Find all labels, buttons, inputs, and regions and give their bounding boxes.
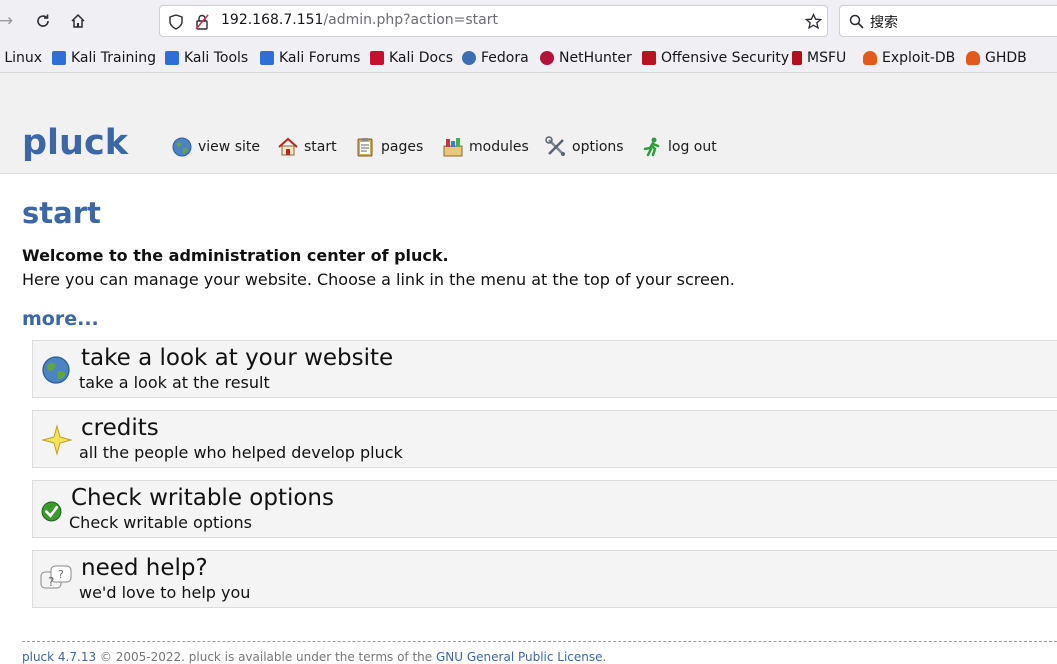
bookmark-label: Kali Tools: [184, 50, 249, 66]
globe-icon: [172, 137, 192, 157]
bookmark-label: Kali Forums: [279, 50, 361, 66]
bookmark-offensive-security[interactable]: Offensive Security: [642, 48, 789, 68]
menu-options[interactable]: options: [545, 135, 624, 159]
running-man-icon: [643, 137, 660, 157]
bookmarks-bar: i Linux Kali Training Kali Tools Kali Fo…: [0, 43, 1057, 73]
bookmark-kali-linux[interactable]: i Linux: [0, 48, 42, 68]
footer-text: © 2005-2022. pluck is available under th…: [96, 650, 436, 664]
kali-docs-icon: [370, 51, 384, 65]
help-icon: ??: [40, 565, 72, 589]
footer: pluck 4.7.13 © 2005-2022. pluck is avail…: [22, 650, 606, 664]
exploitdb-icon: [863, 51, 877, 65]
reload-button[interactable]: [29, 7, 57, 35]
star-icon: [41, 424, 73, 456]
menu-label: pages: [381, 139, 424, 155]
bookmark-label: Exploit-DB: [882, 50, 956, 66]
bookmark-label: i Linux: [0, 50, 43, 66]
bookmark-msfu[interactable]: MSFU: [792, 48, 846, 68]
menu-label: view site: [198, 139, 260, 155]
footer-end: .: [602, 650, 607, 664]
menu-label: modules: [469, 139, 529, 155]
card-title[interactable]: take a look at your website: [81, 345, 393, 371]
card-description: all the people who helped develop pluck: [79, 443, 403, 462]
offsec-icon: [642, 51, 656, 65]
card-credits[interactable]: credits all the people who helped develo…: [32, 410, 1057, 468]
msfu-icon: [792, 51, 802, 65]
license-link[interactable]: GNU General Public License: [436, 650, 603, 664]
bookmark-exploit-db[interactable]: Exploit-DB: [863, 48, 955, 68]
welcome-text: Here you can manage your website. Choose…: [22, 270, 735, 289]
footer-divider: [22, 641, 1057, 642]
bookmark-kali-tools[interactable]: Kali Tools: [165, 48, 248, 68]
kali-icon: [165, 51, 179, 65]
menu-modules[interactable]: modules: [442, 135, 529, 159]
menu-log-out[interactable]: log out: [641, 135, 717, 159]
bookmark-label: Kali Training: [71, 50, 156, 66]
menu-label: options: [572, 139, 624, 155]
card-description: Check writable options: [69, 513, 252, 532]
url-text: 192.168.7.151/admin.php?action=start: [221, 12, 498, 28]
page-title: start: [22, 196, 101, 230]
menu-view-site[interactable]: view site: [171, 135, 260, 159]
search-box[interactable]: 搜索: [839, 5, 1057, 37]
bookmark-label: Kali Docs: [389, 50, 454, 66]
more-link[interactable]: more...: [22, 308, 99, 330]
card-check-writable[interactable]: Check writable options Check writable op…: [32, 480, 1057, 538]
kali-icon: [52, 51, 66, 65]
bookmark-kali-training[interactable]: Kali Training: [52, 48, 156, 68]
bookmark-label: MSFU: [807, 50, 847, 66]
nethunter-icon: [540, 51, 554, 65]
bookmark-star-icon[interactable]: [805, 13, 822, 30]
card-title[interactable]: Check writable options: [71, 485, 334, 511]
bookmark-label: Offensive Security: [661, 50, 790, 66]
bookmark-ghdb[interactable]: GHDB: [966, 48, 1027, 68]
clipboard-icon: [357, 138, 373, 157]
menu-pages[interactable]: pages: [354, 135, 423, 159]
search-icon: [849, 14, 864, 29]
card-description: take a look at the result: [79, 373, 270, 392]
bookmark-fedora[interactable]: Fedora: [462, 48, 529, 68]
card-view-website[interactable]: take a look at your website take a look …: [32, 340, 1057, 398]
bookmark-kali-forums[interactable]: Kali Forums: [260, 48, 360, 68]
home-icon: [278, 137, 298, 156]
svg-text:?: ?: [58, 568, 64, 581]
bookmark-nethunter[interactable]: NetHunter: [540, 48, 632, 68]
kali-icon: [260, 51, 274, 65]
menu-start[interactable]: start: [277, 135, 337, 159]
menu-label: start: [304, 139, 337, 155]
fedora-icon: [462, 51, 476, 65]
pluck-logo[interactable]: pluck: [22, 123, 128, 163]
card-description: we'd love to help you: [79, 583, 251, 602]
card-need-help[interactable]: ?? need help? we'd love to help you: [32, 550, 1057, 608]
insecure-lock-icon[interactable]: [195, 14, 209, 30]
check-icon: [41, 501, 62, 522]
bookmark-label: GHDB: [985, 50, 1027, 66]
bookmark-label: Fedora: [481, 50, 529, 66]
globe-icon: [42, 356, 70, 384]
modules-icon: [443, 138, 463, 157]
browser-toolbar: → 192.168.7.151/admin.php?action=start 搜…: [0, 0, 1057, 43]
svg-text:?: ?: [48, 575, 54, 589]
menu-label: log out: [668, 139, 717, 155]
welcome-heading: Welcome to the administration center of …: [22, 246, 449, 265]
ghdb-icon: [966, 51, 980, 65]
bookmark-label: NetHunter: [559, 50, 632, 66]
url-path: /admin.php?action=start: [323, 12, 498, 28]
forward-button[interactable]: →: [0, 7, 20, 35]
reload-icon: [37, 14, 49, 27]
tools-icon: [545, 136, 565, 156]
url-host: 192.168.7.151: [221, 12, 324, 28]
pluck-version-link[interactable]: pluck 4.7.13: [22, 650, 96, 664]
card-title[interactable]: need help?: [81, 555, 208, 581]
search-input[interactable]: 搜索: [870, 12, 898, 32]
home-button[interactable]: [64, 7, 92, 35]
shield-icon: [169, 14, 183, 30]
address-bar[interactable]: 192.168.7.151/admin.php?action=start: [159, 5, 828, 37]
home-icon: [71, 13, 85, 28]
card-title[interactable]: credits: [81, 415, 159, 441]
pluck-header: pluck view site start pages modules opti…: [0, 73, 1057, 174]
bookmark-kali-docs[interactable]: Kali Docs: [370, 48, 453, 68]
